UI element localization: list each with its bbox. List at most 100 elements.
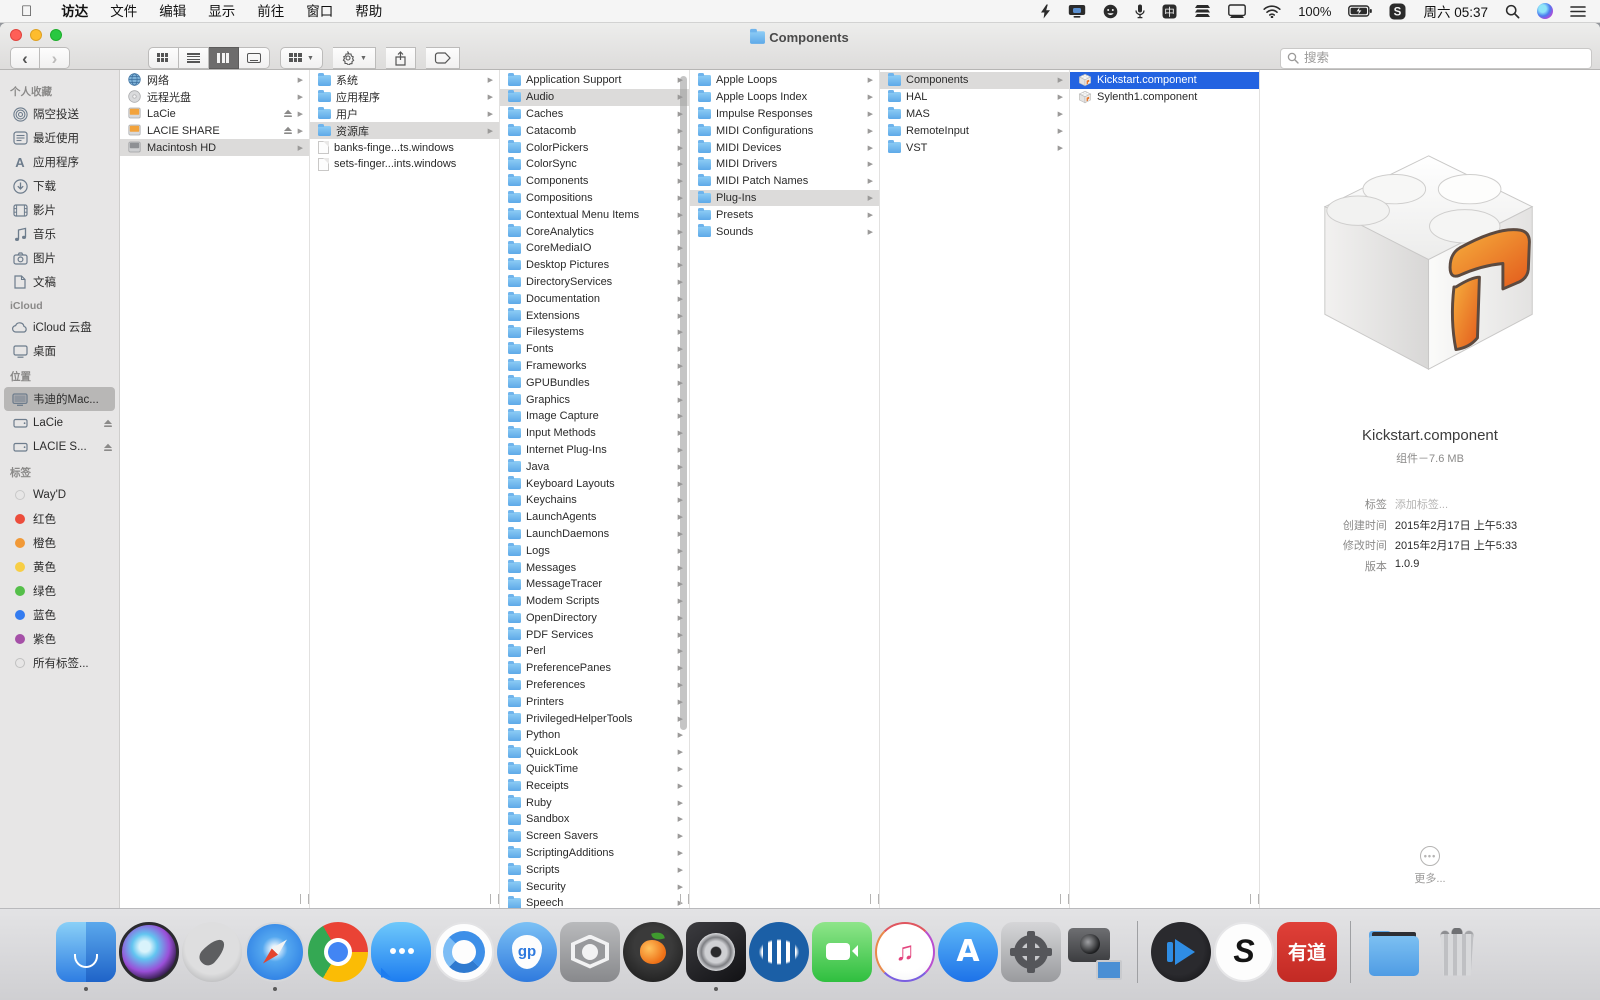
file-row-QuickLook[interactable]: QuickLook▶ bbox=[500, 744, 689, 761]
sidebar-item-蓝色[interactable]: 蓝色 bbox=[0, 603, 119, 627]
s-badge-icon[interactable]: S bbox=[1389, 3, 1406, 19]
dock-app-launchpad[interactable] bbox=[182, 922, 242, 982]
file-row-RemoteInput[interactable]: RemoteInput▶ bbox=[880, 122, 1069, 139]
file-row-Kickstart.component[interactable]: Kickstart.component bbox=[1070, 72, 1259, 89]
file-row-Application Support[interactable]: Application Support▶ bbox=[500, 72, 689, 89]
dock-app-system-preferences[interactable] bbox=[1001, 922, 1061, 982]
spotlight-search-icon[interactable] bbox=[1505, 3, 1520, 19]
edit-tags-button[interactable] bbox=[426, 47, 460, 69]
sidebar-item-音乐[interactable]: 音乐 bbox=[0, 222, 119, 246]
file-row-Sounds[interactable]: Sounds▶ bbox=[690, 223, 879, 240]
sidebar-item-LACIE S...[interactable]: LACIE S... bbox=[0, 435, 119, 459]
eject-icon[interactable] bbox=[283, 109, 293, 118]
dock-app-itunes[interactable]: ♫ bbox=[875, 922, 935, 982]
file-row-Extensions[interactable]: Extensions▶ bbox=[500, 307, 689, 324]
file-row-Components[interactable]: Components▶ bbox=[500, 173, 689, 190]
column-resize-handle[interactable] bbox=[680, 894, 689, 904]
file-row-CoreMediaIO[interactable]: CoreMediaIO▶ bbox=[500, 240, 689, 257]
dock-app-app-store[interactable]: A bbox=[938, 922, 998, 982]
file-row-Apple Loops Index[interactable]: Apple Loops Index▶ bbox=[690, 89, 879, 106]
sidebar-item-下载[interactable]: 下载 bbox=[0, 174, 119, 198]
file-row-MIDI Devices[interactable]: MIDI Devices▶ bbox=[690, 139, 879, 156]
file-row-ScriptingAdditions[interactable]: ScriptingAdditions▶ bbox=[500, 845, 689, 862]
file-row-系统[interactable]: 系统▶ bbox=[310, 72, 499, 89]
icon-view-button[interactable] bbox=[148, 47, 179, 69]
sidebar-item-最近使用[interactable]: 最近使用 bbox=[0, 126, 119, 150]
action-menu-button[interactable]: ▼ bbox=[333, 47, 376, 69]
file-row-Ruby[interactable]: Ruby▶ bbox=[500, 794, 689, 811]
file-row-用户[interactable]: 用户▶ bbox=[310, 106, 499, 123]
search-field[interactable] bbox=[1280, 48, 1592, 69]
file-row-Perl[interactable]: Perl▶ bbox=[500, 643, 689, 660]
file-row-资源库[interactable]: 资源库▶ bbox=[310, 122, 499, 139]
file-row-LaunchDaemons[interactable]: LaunchDaemons▶ bbox=[500, 526, 689, 543]
file-row-网络[interactable]: 网络▶ bbox=[120, 72, 309, 89]
file-row-LaCie[interactable]: LaCie▶ bbox=[120, 106, 309, 123]
sidebar-item-桌面[interactable]: 桌面 bbox=[0, 339, 119, 363]
file-row-Apple Loops[interactable]: Apple Loops▶ bbox=[690, 72, 879, 89]
file-row-Internet Plug-Ins[interactable]: Internet Plug-Ins▶ bbox=[500, 442, 689, 459]
search-input[interactable] bbox=[1304, 51, 1585, 65]
sidebar-item-iCloud 云盘[interactable]: iCloud 云盘 bbox=[0, 315, 119, 339]
share-button[interactable] bbox=[386, 47, 416, 69]
file-row-LACIE SHARE[interactable]: LACIE SHARE▶ bbox=[120, 122, 309, 139]
file-row-Image Capture[interactable]: Image Capture▶ bbox=[500, 408, 689, 425]
sidebar-item-文稿[interactable]: 文稿 bbox=[0, 270, 119, 294]
title-bar[interactable]: Components bbox=[0, 23, 1600, 44]
menu-item-窗口[interactable]: 窗口 bbox=[295, 4, 344, 19]
bolt-icon[interactable] bbox=[1040, 3, 1051, 19]
file-row-banks-finge...ts.windows[interactable]: banks-finge...ts.windows bbox=[310, 139, 499, 156]
sidebar-item-LaCie[interactable]: LaCie bbox=[0, 411, 119, 435]
dock-app-media-player[interactable] bbox=[1151, 922, 1211, 982]
close-button[interactable] bbox=[10, 29, 22, 41]
sidebar-item-影片[interactable]: 影片 bbox=[0, 198, 119, 222]
file-row-OpenDirectory[interactable]: OpenDirectory▶ bbox=[500, 610, 689, 627]
forward-button[interactable]: › bbox=[40, 47, 70, 69]
menu-app-name[interactable]: 访达 bbox=[50, 0, 99, 23]
sidebar-item-绿色[interactable]: 绿色 bbox=[0, 579, 119, 603]
dock-app-rekordbox[interactable] bbox=[560, 922, 620, 982]
menu-item-编辑[interactable]: 编辑 bbox=[148, 4, 197, 19]
dock-app-messages[interactable] bbox=[371, 922, 431, 982]
minimize-button[interactable] bbox=[30, 29, 42, 41]
file-row-Logs[interactable]: Logs▶ bbox=[500, 542, 689, 559]
dock-app-fl-studio[interactable] bbox=[623, 922, 683, 982]
file-row-CoreAnalytics[interactable]: CoreAnalytics▶ bbox=[500, 223, 689, 240]
menu-item-前往[interactable]: 前往 bbox=[246, 4, 295, 19]
file-row-PDF Services[interactable]: PDF Services▶ bbox=[500, 626, 689, 643]
file-row-Caches[interactable]: Caches▶ bbox=[500, 106, 689, 123]
file-row-GPUBundles[interactable]: GPUBundles▶ bbox=[500, 374, 689, 391]
stack-icon[interactable] bbox=[1194, 3, 1211, 19]
file-row-PrivilegedHelperTools[interactable]: PrivilegedHelperTools▶ bbox=[500, 710, 689, 727]
column-scrollbar[interactable] bbox=[680, 76, 687, 730]
zoom-button[interactable] bbox=[50, 29, 62, 41]
file-row-Screen Savers[interactable]: Screen Savers▶ bbox=[500, 828, 689, 845]
sidebar-item-韦迪的Mac...[interactable]: 韦迪的Mac... bbox=[4, 387, 115, 411]
file-row-sets-finger...ints.windows[interactable]: sets-finger...ints.windows bbox=[310, 156, 499, 173]
show-more-control[interactable]: ••• 更多... bbox=[1260, 846, 1600, 886]
file-row-Keychains[interactable]: Keychains▶ bbox=[500, 492, 689, 509]
siri-icon[interactable] bbox=[1537, 3, 1553, 19]
file-row-Contextual Menu Items[interactable]: Contextual Menu Items▶ bbox=[500, 206, 689, 223]
file-row-Plug-Ins[interactable]: Plug-Ins▶ bbox=[690, 190, 879, 207]
menu-item-显示[interactable]: 显示 bbox=[197, 4, 246, 19]
file-row-MIDI Patch Names[interactable]: MIDI Patch Names▶ bbox=[690, 173, 879, 190]
file-row-Graphics[interactable]: Graphics▶ bbox=[500, 391, 689, 408]
file-row-Macintosh HD[interactable]: Macintosh HD▶ bbox=[120, 139, 309, 156]
dock-app-downloads-folder[interactable] bbox=[1364, 922, 1424, 982]
proxy-folder-icon[interactable] bbox=[750, 31, 765, 43]
file-row-Sylenth1.component[interactable]: Sylenth1.component bbox=[1070, 89, 1259, 106]
notification-center-icon[interactable] bbox=[1570, 3, 1586, 19]
sidebar-item-所有标签...[interactable]: 所有标签... bbox=[0, 651, 119, 675]
file-row-Compositions[interactable]: Compositions▶ bbox=[500, 190, 689, 207]
back-button[interactable]: ‹ bbox=[10, 47, 40, 69]
battery-icon[interactable] bbox=[1348, 3, 1372, 19]
dock-app-guitar-pro[interactable]: gp bbox=[497, 922, 557, 982]
file-row-Frameworks[interactable]: Frameworks▶ bbox=[500, 358, 689, 375]
file-row-PreferencePanes[interactable]: PreferencePanes▶ bbox=[500, 660, 689, 677]
file-row-Messages[interactable]: Messages▶ bbox=[500, 559, 689, 576]
file-row-Python[interactable]: Python▶ bbox=[500, 727, 689, 744]
file-row-应用程序[interactable]: 应用程序▶ bbox=[310, 89, 499, 106]
file-row-Sandbox[interactable]: Sandbox▶ bbox=[500, 811, 689, 828]
file-row-Receipts[interactable]: Receipts▶ bbox=[500, 777, 689, 794]
